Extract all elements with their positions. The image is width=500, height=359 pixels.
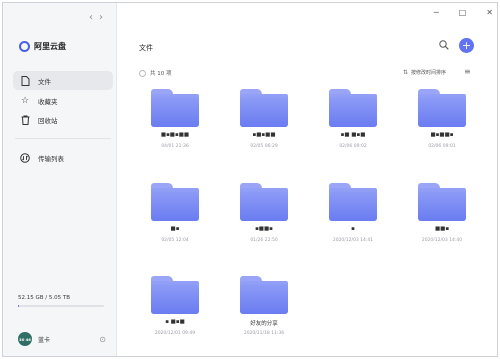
folder-icon xyxy=(329,183,377,221)
sidebar-item-label: 回收站 xyxy=(38,116,58,125)
folder-icon xyxy=(240,89,288,127)
folder-icon xyxy=(151,183,199,221)
file-item-folder[interactable]: ▪■■▪ 01/26 22:50 xyxy=(229,183,299,261)
minimize-icon[interactable]: ─ xyxy=(434,9,439,17)
file-item-folder[interactable]: ▪■▪■■ 02/05 06:29 xyxy=(229,89,299,167)
sidebar-divider xyxy=(15,138,111,139)
sort-label: 按修改时间排序 xyxy=(411,70,447,76)
file-item-folder[interactable]: ▪ 2020/12/03 14:41 xyxy=(318,183,388,261)
file-item-folder[interactable]: ▪■ ■▪■ 02/06 09:02 xyxy=(318,89,388,167)
file-date: 02/05 12:04 xyxy=(161,238,189,243)
file-date: 02/06 09:01 xyxy=(428,144,456,149)
file-date: 02/06 09:02 xyxy=(339,144,367,149)
back-icon[interactable]: ‹ xyxy=(89,13,93,23)
maximize-icon[interactable]: □ xyxy=(459,9,467,17)
file-name: ▪■▪■■ xyxy=(252,132,276,138)
file-date: 2020/11/18 11:36 xyxy=(243,331,285,336)
transfer-icon xyxy=(20,152,30,163)
file-name: ■▪■▪■■ xyxy=(160,132,190,138)
file-name: ■■▪ xyxy=(434,226,450,232)
file-icon xyxy=(20,75,30,86)
file-item-folder[interactable]: ■▪■▪■■ 04/01 21:36 xyxy=(140,89,210,167)
folder-icon xyxy=(418,89,466,127)
username: 蓝卡 xyxy=(38,336,51,344)
main-panel: ─ □ ✕ 文件 + 共 10 项 ⇅ 按修改时间排序 ≡ ■▪■▪■■ 04/0… xyxy=(118,3,497,356)
forward-icon[interactable]: › xyxy=(99,13,103,23)
sidebar-item-favorites[interactable]: ☆ 收藏夹 xyxy=(13,91,113,110)
file-name: ■▪ xyxy=(170,226,180,232)
folder-icon xyxy=(151,89,199,127)
history-nav: ‹ › xyxy=(89,13,103,23)
storage-usage-text: 52.15 GB / 5.05 TB xyxy=(18,295,71,301)
file-date: 02/05 06:29 xyxy=(250,144,278,149)
file-name: ▪ ■▪■ xyxy=(165,319,185,325)
file-item-folder[interactable]: ▪ ■▪■ 2020/12/01 09:49 xyxy=(140,276,210,354)
file-name: ▪■■▪ xyxy=(255,226,273,232)
logo-icon xyxy=(19,41,30,52)
avatar[interactable]: 30 46 xyxy=(18,332,32,346)
sidebar-item-transfers[interactable]: 传输列表 xyxy=(13,148,113,167)
select-all-checkbox[interactable] xyxy=(139,69,146,77)
file-date: 2020/12/03 14:41 xyxy=(332,238,374,243)
sidebar-item-label: 文件 xyxy=(38,77,51,86)
brand: 阿里云盘 xyxy=(19,41,66,52)
window-controls: ─ □ ✕ xyxy=(434,9,493,17)
sidebar-item-files[interactable]: 文件 xyxy=(13,71,113,90)
folder-icon xyxy=(418,183,466,221)
folder-icon xyxy=(240,183,288,221)
user-profile[interactable]: 30 46 蓝卡 ⊙ xyxy=(18,331,106,347)
file-date: 2020/12/03 14:40 xyxy=(421,238,463,243)
item-count: 共 10 项 xyxy=(150,71,172,77)
app-window: ‹ › 阿里云盘 文件 ☆ 收藏夹 回收站 传输列表 52.15 GB / 5.… xyxy=(2,2,498,357)
add-button[interactable]: + xyxy=(459,38,474,53)
storage-usage-fill xyxy=(18,305,19,307)
sidebar-item-label: 收藏夹 xyxy=(38,97,58,106)
trash-icon xyxy=(20,115,30,125)
sidebar-item-label: 传输列表 xyxy=(38,154,64,163)
file-item-folder[interactable]: ■▪■■▪ 02/06 09:01 xyxy=(407,89,477,167)
file-item-folder[interactable]: 好友的分享 2020/11/18 11:36 xyxy=(229,276,299,354)
search-icon[interactable] xyxy=(439,40,449,53)
folder-icon xyxy=(240,276,288,314)
close-icon[interactable]: ✕ xyxy=(486,9,493,17)
folder-icon xyxy=(329,89,377,127)
file-date: 2020/12/01 09:49 xyxy=(154,331,196,336)
file-date: 01/26 22:50 xyxy=(250,238,278,243)
file-date: 04/01 21:36 xyxy=(161,144,189,149)
star-icon: ☆ xyxy=(20,95,30,106)
file-name: ▪ xyxy=(351,226,355,232)
sidebar-item-trash[interactable]: 回收站 xyxy=(13,110,113,129)
storage-usage-bar xyxy=(18,305,104,307)
file-name: ■▪■■▪ xyxy=(430,132,454,138)
file-name: ▪■ ■▪■ xyxy=(340,132,366,138)
sort-control[interactable]: ⇅ 按修改时间排序 xyxy=(403,69,446,76)
sort-icon: ⇅ xyxy=(403,69,409,76)
page-title: 文件 xyxy=(139,44,153,52)
settings-icon[interactable]: ⊙ xyxy=(99,335,106,344)
list-view-icon[interactable]: ≡ xyxy=(464,67,471,76)
sidebar: ‹ › 阿里云盘 文件 ☆ 收藏夹 回收站 传输列表 52.15 GB / 5.… xyxy=(3,3,117,356)
brand-name: 阿里云盘 xyxy=(34,42,66,51)
file-name: 好友的分享 xyxy=(250,321,278,327)
file-item-folder[interactable]: ■■▪ 2020/12/03 14:40 xyxy=(407,183,477,261)
folder-icon xyxy=(151,276,199,314)
file-item-folder[interactable]: ■▪ 02/05 12:04 xyxy=(140,183,210,261)
select-all[interactable]: 共 10 项 xyxy=(139,69,172,77)
